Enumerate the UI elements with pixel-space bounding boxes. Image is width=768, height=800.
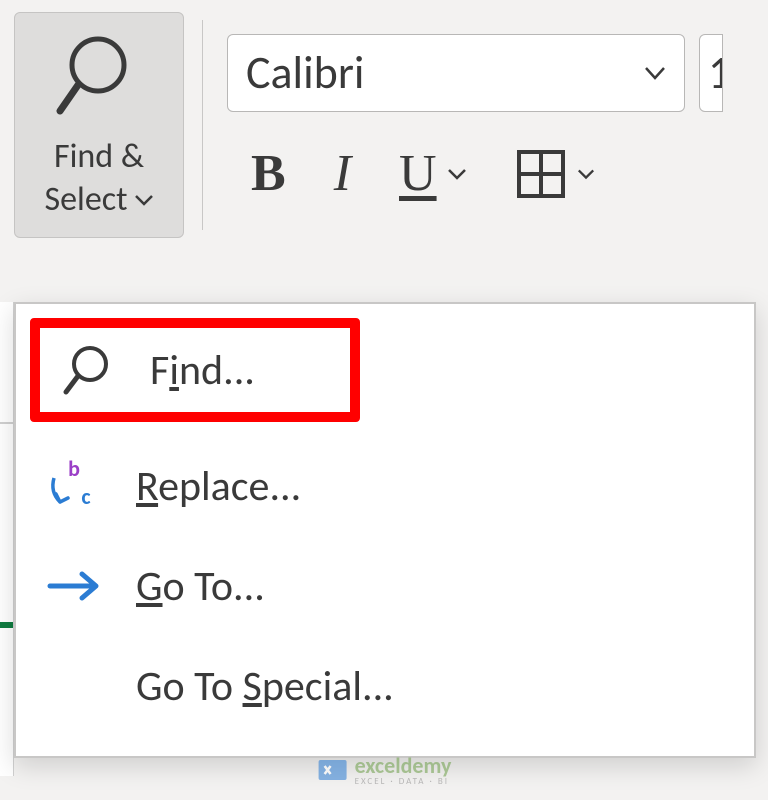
menu-item-goto-special[interactable]: Go To Special... [16, 636, 754, 736]
replace-icon: b c [44, 456, 104, 516]
menu-label-replace: Replace... [136, 461, 301, 512]
find-select-menu: Find... b c Replace... Go To... Go To Sp… [14, 302, 756, 758]
borders-split-button[interactable] [515, 148, 595, 200]
menu-label-goto-special: Go To Special... [136, 661, 394, 712]
font-size-partial: 1 [708, 45, 723, 101]
chevron-down-icon [577, 167, 595, 181]
chevron-down-icon [134, 193, 154, 207]
menu-item-replace[interactable]: b c Replace... [16, 436, 754, 536]
worksheet-edge [0, 302, 14, 776]
search-icon [54, 31, 144, 126]
italic-button[interactable]: I [334, 144, 351, 203]
search-icon [58, 340, 118, 400]
exceldemy-logo-icon [317, 754, 349, 786]
svg-text:b: b [68, 458, 80, 482]
underline-label: U [399, 144, 437, 203]
font-name-combo[interactable]: Calibri [227, 34, 685, 112]
font-group: Calibri 1 B I U [227, 12, 768, 203]
font-size-combo[interactable]: 1 [699, 34, 723, 112]
find-select-label: Find & Select [44, 136, 153, 221]
font-name-value: Calibri [246, 45, 644, 101]
arrow-right-icon [44, 556, 104, 616]
find-select-button[interactable]: Find & Select [14, 12, 184, 238]
watermark-tagline: EXCEL · DATA · BI [355, 777, 452, 786]
watermark-brand: exceldemy [355, 755, 452, 777]
svg-text:c: c [81, 483, 90, 510]
chevron-down-icon [447, 167, 467, 181]
borders-icon [515, 148, 567, 200]
menu-label-find: Find... [150, 345, 255, 396]
chevron-down-icon [644, 65, 666, 81]
bold-button[interactable]: B [251, 144, 286, 203]
blank-icon [44, 656, 104, 716]
watermark: exceldemy EXCEL · DATA · BI [317, 754, 452, 786]
underline-split-button[interactable]: U [399, 144, 467, 203]
ribbon-toolbar: Find & Select Calibri 1 B I [0, 0, 768, 250]
menu-item-goto[interactable]: Go To... [16, 536, 754, 636]
menu-label-goto: Go To... [136, 561, 265, 612]
menu-item-find[interactable]: Find... [30, 318, 360, 422]
ribbon-divider [202, 20, 203, 230]
